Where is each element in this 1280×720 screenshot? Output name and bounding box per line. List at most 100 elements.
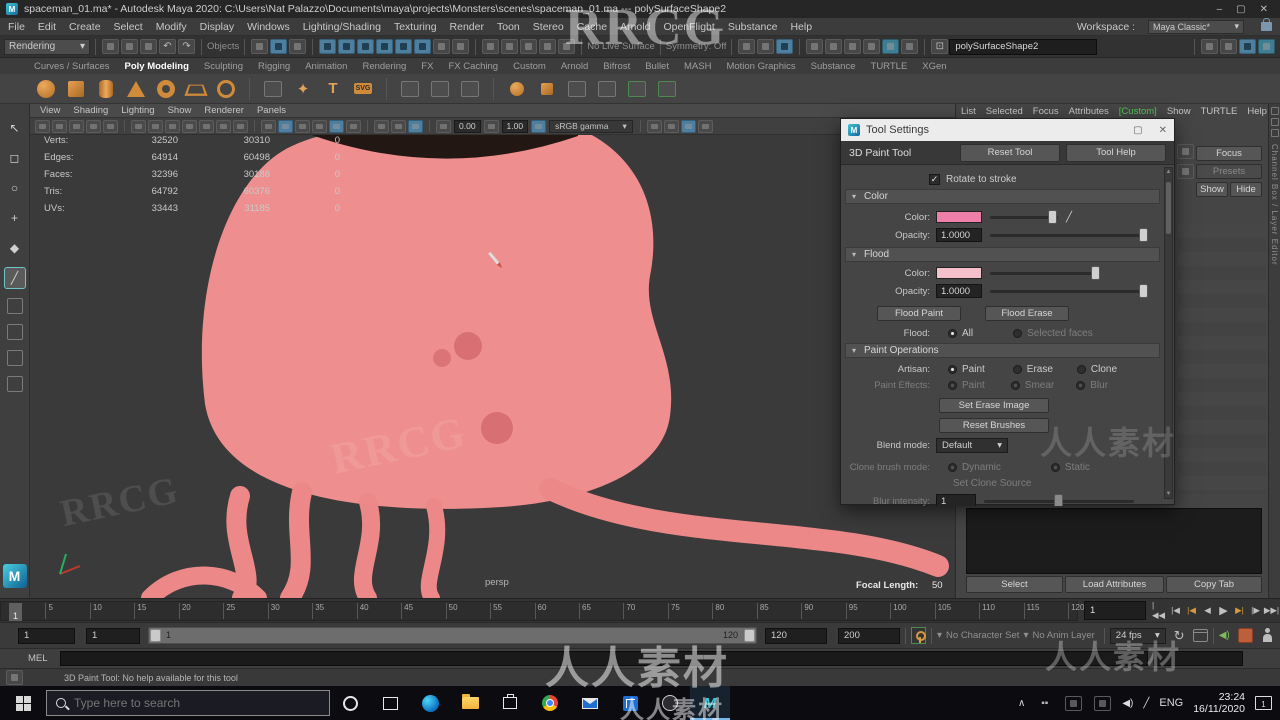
select-hierarchy-icon[interactable] [251, 39, 269, 54]
timeline-tick[interactable]: 105 [934, 603, 951, 619]
timeline-tick[interactable]: 120 [1068, 603, 1084, 619]
ae-menu-list[interactable]: List [961, 106, 976, 117]
range-start-handle[interactable] [150, 629, 161, 642]
select-tool-icon[interactable]: ↖ [5, 118, 25, 138]
timeline-tick[interactable]: 10 [89, 603, 102, 619]
lock-selection-icon[interactable] [433, 39, 451, 54]
select-object-icon[interactable] [270, 39, 288, 54]
timeline-tick[interactable]: 60 [534, 603, 546, 619]
paint-operations-section-header[interactable]: ▾ Paint Operations [845, 343, 1160, 358]
svg-tool-icon[interactable]: SVG [351, 77, 375, 101]
shelf-tab-motion-graphics[interactable]: Motion Graphics [726, 61, 795, 72]
flood-section-header[interactable]: ▾ Flood [845, 247, 1160, 262]
highlight-selection-icon[interactable] [452, 39, 470, 54]
motion-blur-icon[interactable] [680, 119, 696, 133]
timeline-tick[interactable]: 100 [890, 603, 907, 619]
panel-menu-view[interactable]: View [40, 105, 60, 116]
mirror-cut-icon[interactable] [655, 77, 679, 101]
panel-menu-shading[interactable]: Shading [73, 105, 108, 116]
ae-menu-selected[interactable]: Selected [986, 106, 1023, 117]
selection-mask-label[interactable]: Objects [207, 41, 239, 52]
save-scene-icon[interactable] [140, 39, 157, 54]
safe-title-icon[interactable] [233, 119, 248, 133]
timeline-tick[interactable]: 85 [756, 603, 769, 619]
open-scene-icon[interactable] [121, 39, 138, 54]
modeling-toolkit-icon[interactable] [806, 39, 824, 54]
minimize-button[interactable]: – [1217, 4, 1223, 15]
show-hide-attr-editor-icon[interactable] [1201, 39, 1218, 54]
shaded-icon[interactable] [278, 119, 293, 133]
exposure-field[interactable]: 0.00 [454, 119, 481, 133]
artisan-paint-radio[interactable] [948, 364, 957, 374]
ae-presets-button[interactable]: Presets [1196, 164, 1262, 179]
panel-menu-renderer[interactable]: Renderer [204, 105, 244, 116]
platonic-solid-icon[interactable] [261, 77, 285, 101]
poly-cone-icon[interactable] [124, 77, 148, 101]
calculator-button[interactable] [610, 686, 650, 720]
ae-load-attributes-button[interactable]: Load Attributes [1065, 576, 1164, 593]
menu-windows[interactable]: Windows [247, 21, 290, 33]
paint-select-tool-icon[interactable]: ○ [5, 178, 25, 198]
workspace-lock-icon[interactable] [1261, 18, 1272, 31]
shelf-tab-substance[interactable]: Substance [811, 61, 856, 72]
panel-menu-show[interactable]: Show [168, 105, 192, 116]
four-pane-layout-icon[interactable] [6, 324, 23, 340]
menu-cache[interactable]: Cache [577, 21, 607, 33]
sidebar-toggle-icon[interactable] [738, 39, 756, 54]
menu-stereo[interactable]: Stereo [533, 21, 564, 33]
set-clone-source-button[interactable]: Set Clone Source [953, 478, 1031, 489]
boolean-union-icon[interactable] [505, 77, 529, 101]
select-camera-icon[interactable] [35, 119, 50, 133]
menu-set-dropdown[interactable]: Rendering ▾ [4, 38, 90, 55]
flood-color-swatch[interactable] [936, 267, 982, 279]
shelf-tab-sculpting[interactable]: Sculpting [204, 61, 243, 72]
pen-icon[interactable]: ╱ [1143, 698, 1149, 709]
make-live-icon[interactable] [414, 39, 432, 54]
maya-taskbar-button[interactable]: M [690, 686, 730, 720]
clone-static-radio[interactable] [1050, 462, 1060, 472]
single-pane-layout-icon[interactable] [6, 298, 23, 314]
shelf-tab-bifrost[interactable]: Bifrost [603, 61, 630, 72]
snap-projected-center-icon[interactable] [376, 39, 394, 54]
playblast-icon[interactable] [1192, 629, 1208, 642]
timeline-tick[interactable]: 50 [445, 603, 458, 619]
step-forward-frame-button[interactable]: |▶ [1248, 601, 1263, 620]
color-slider[interactable] [990, 209, 1058, 224]
hypershade-icon[interactable] [863, 39, 881, 54]
current-3d-paint-tool-icon[interactable]: ╱ [3, 267, 26, 289]
poly-disc-icon[interactable] [214, 77, 238, 101]
menu-texturing[interactable]: Texturing [394, 21, 437, 33]
animation-end-field[interactable]: 200 [838, 627, 900, 644]
timeline-tick[interactable]: 110 [979, 603, 995, 619]
ae-select-button[interactable]: Select [966, 576, 1063, 593]
pe-smear-radio[interactable] [1010, 380, 1020, 390]
flood-paint-button[interactable]: Flood Paint [877, 305, 961, 321]
gamma-icon[interactable] [483, 119, 499, 133]
menu-arnold[interactable]: Arnold [620, 21, 650, 33]
go-to-end-button[interactable]: ▶▶| [1264, 601, 1279, 620]
taskbar-clock[interactable]: 23:24 16/11/2020 [1193, 691, 1245, 715]
anim-layer-dropdown[interactable]: No Anim Layer [1032, 630, 1094, 641]
maximize-button[interactable]: ▢ [1236, 4, 1245, 15]
isolate-select-icon[interactable] [374, 119, 389, 133]
cortana-button[interactable] [330, 686, 370, 720]
show-hide-toolbox-icon[interactable] [1220, 39, 1237, 54]
rotate-tool-icon[interactable]: ◆ [5, 238, 25, 258]
render-sequence-icon[interactable] [558, 39, 576, 54]
timeline-tick[interactable]: 20 [178, 603, 191, 619]
resolution-gate-icon[interactable] [165, 119, 180, 133]
ae-copy-tab-icon[interactable] [1177, 144, 1194, 159]
ae-hide-button[interactable]: Hide [1230, 182, 1262, 197]
shelf-tab-turtle[interactable]: TURTLE [871, 61, 908, 72]
timeline-tick[interactable]: 15 [134, 603, 146, 619]
menu-display[interactable]: Display [200, 21, 234, 33]
poly-sphere-icon[interactable] [34, 77, 58, 101]
range-slider[interactable]: 1 120 [148, 627, 757, 644]
grid-toggle-icon[interactable] [131, 119, 146, 133]
input-field-mode-icon[interactable]: ⊡ [931, 39, 949, 54]
xray-icon[interactable] [391, 119, 406, 133]
depth-of-field-icon[interactable] [697, 119, 713, 133]
fps-dropdown[interactable]: 24 fps ▾ [1109, 627, 1166, 644]
scrollbar-thumb[interactable] [1166, 182, 1171, 234]
poly-cylinder-icon[interactable] [94, 77, 118, 101]
